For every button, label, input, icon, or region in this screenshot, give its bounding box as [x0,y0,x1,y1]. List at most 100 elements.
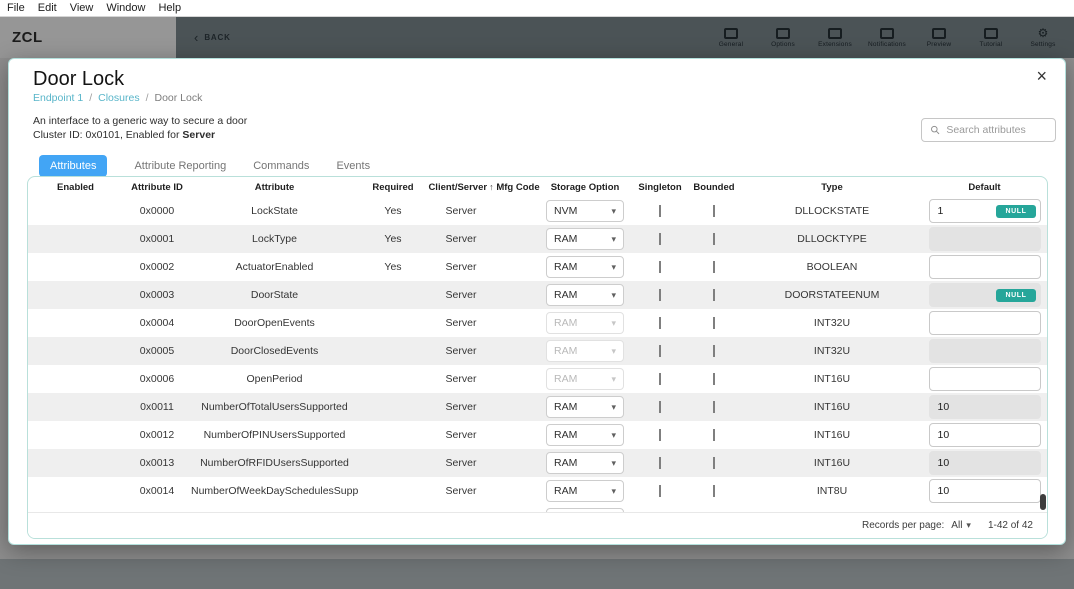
singleton-checkbox[interactable] [659,401,661,413]
singleton-checkbox[interactable] [659,317,661,329]
bounded-checkbox[interactable] [713,429,715,441]
null-chip[interactable]: NULL [996,205,1035,218]
tab-events[interactable]: Events [336,160,370,172]
default-input[interactable]: 10NULL [929,479,1041,503]
caret-down-icon: ▾ [611,374,616,385]
bounded-checkbox[interactable] [713,205,715,217]
attribute-name-cell: OpenPeriod [191,373,358,385]
menu-help[interactable]: Help [158,2,181,14]
bounded-checkbox[interactable] [713,373,715,385]
singleton-checkbox[interactable] [659,289,661,301]
singleton-checkbox[interactable] [659,429,661,441]
bounded-checkbox[interactable] [713,317,715,329]
default-input[interactable]: NULL [929,255,1041,279]
bounded-checkbox[interactable] [713,261,715,273]
menu-file[interactable]: File [7,2,25,14]
scrollbar-thumb[interactable] [1040,494,1046,510]
type-cell: INT32U [736,345,928,357]
attribute-id-cell: 0x0001 [123,233,191,245]
caret-down-icon: ▾ [611,486,616,497]
menu-window[interactable]: Window [106,2,145,14]
storage-select-value: RAM [554,457,577,469]
menu-view[interactable]: View [70,2,94,14]
close-icon[interactable]: × [1036,67,1047,85]
table-row: 0x0013 NumberOfRFIDUsersSupported Server… [28,449,1047,477]
breadcrumb-endpoint[interactable]: Endpoint 1 [33,92,83,104]
col-storage-option: Storage Option [542,182,628,193]
table-row: 0x0000 LockState Yes Server NVM▾ DLLOCKS… [28,197,1047,225]
null-chip[interactable]: NULL [996,289,1035,302]
table-scrollbar[interactable] [1039,197,1046,512]
tab-commands[interactable]: Commands [253,160,309,172]
storage-select[interactable]: RAM▾ [546,424,624,446]
storage-select[interactable]: ▾ [546,508,624,512]
default-input[interactable]: 10NULL [929,395,1041,419]
bounded-checkbox[interactable] [713,485,715,497]
attribute-id-cell: 0x0012 [123,429,191,441]
search-attributes-box[interactable] [921,118,1056,142]
attributes-table-header: Enabled Attribute ID Attribute Required … [28,177,1047,197]
storage-select[interactable]: RAM▾ [546,256,624,278]
tab-attribute-reporting[interactable]: Attribute Reporting [134,160,226,172]
default-input[interactable]: NULL [929,311,1041,335]
breadcrumb-current: Door Lock [155,92,203,104]
client-server-cell: Server [428,373,494,385]
default-input[interactable]: NULL [929,367,1041,391]
default-input[interactable]: 10NULL [929,451,1041,475]
default-input[interactable]: NULL [929,227,1041,251]
storage-select[interactable]: RAM▾ [546,228,624,250]
storage-select[interactable]: RAM▾ [546,396,624,418]
attribute-id-cell: 0x0013 [123,457,191,469]
storage-select[interactable]: NVM▾ [546,200,624,222]
bounded-checkbox[interactable] [713,401,715,413]
attribute-name-cell: LockState [191,205,358,217]
search-input[interactable] [946,124,1047,136]
storage-select[interactable]: RAM▾ [546,312,624,334]
singleton-checkbox[interactable] [659,457,661,469]
storage-select[interactable]: RAM▾ [546,284,624,306]
singleton-checkbox[interactable] [659,205,661,217]
caret-down-icon: ▾ [611,262,616,273]
default-input[interactable]: NULL [929,283,1041,307]
bounded-checkbox[interactable] [713,457,715,469]
client-server-cell: Server [428,261,494,273]
attribute-id-cell: 0x0005 [123,345,191,357]
singleton-checkbox[interactable] [659,485,661,497]
storage-select[interactable]: RAM ▾ [546,480,624,502]
attribute-name-cell: NumberOfWeekDaySchedulesSupportedPerUser [191,485,358,497]
attribute-id-cell: 0x0006 [123,373,191,385]
type-cell: DOORSTATEENUM [736,289,928,301]
singleton-checkbox[interactable] [659,261,661,273]
menu-edit[interactable]: Edit [38,2,57,14]
singleton-checkbox[interactable] [659,345,661,357]
client-server-cell: Server [428,345,494,357]
col-bounded: Bounded [692,182,736,193]
cluster-info: Cluster ID: 0x0101, Enabled for Server [33,129,215,141]
storage-select-value: RAM [554,401,577,413]
storage-select[interactable]: RAM▾ [546,368,624,390]
type-cell: BOOLEAN [736,261,928,273]
default-input[interactable]: 1NULL [929,199,1041,223]
col-client-server[interactable]: Client/Server↑ [428,182,494,193]
records-per-page-select[interactable]: All ▾ [951,520,981,531]
default-input-value: 10 [938,401,950,413]
default-input[interactable]: NULL [929,339,1041,363]
table-row: 0x0001 LockType Yes Server RAM▾ DLLOCKTY… [28,225,1047,253]
tab-attributes[interactable]: Attributes [39,155,107,177]
page-title: Door Lock [33,68,124,91]
breadcrumb: Endpoint 1 / Closures / Door Lock [33,92,202,104]
bounded-checkbox[interactable] [713,289,715,301]
client-server-cell: Server [428,485,494,497]
client-server-cell: Server [428,317,494,329]
storage-select[interactable]: RAM▾ [546,452,624,474]
bounded-checkbox[interactable] [713,233,715,245]
singleton-checkbox[interactable] [659,233,661,245]
breadcrumb-closures[interactable]: Closures [98,92,139,104]
bounded-checkbox[interactable] [713,345,715,357]
storage-select[interactable]: RAM▾ [546,340,624,362]
storage-select-value: RAM [554,485,577,497]
col-singleton: Singleton [628,182,692,193]
singleton-checkbox[interactable] [659,373,661,385]
required-cell: Yes [358,205,428,217]
default-input[interactable]: 10NULL [929,423,1041,447]
